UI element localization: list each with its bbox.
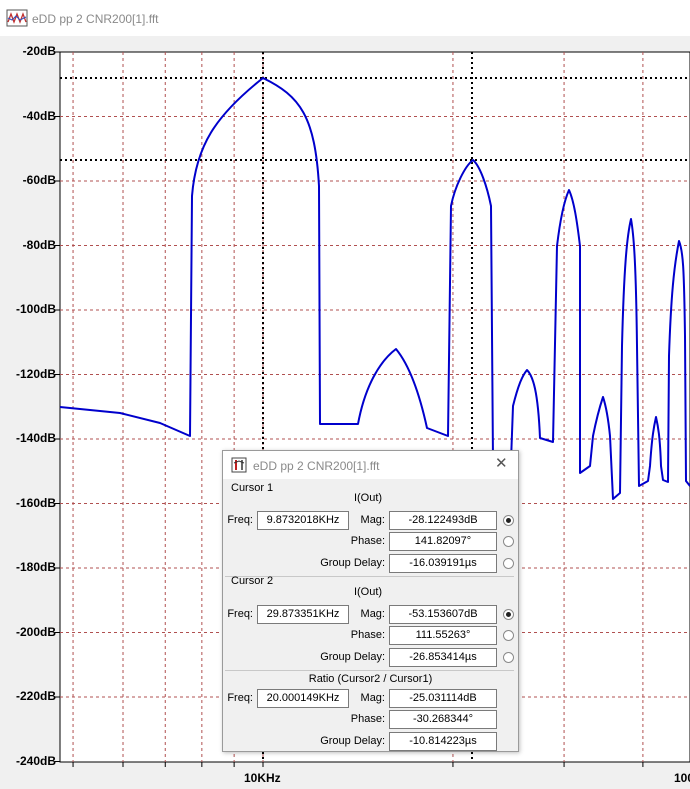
cursor-dialog-title: eDD pp 2 CNR200[1].fft [253, 459, 380, 473]
window-title: eDD pp 2 CNR200[1].fft [32, 12, 159, 26]
cursor1-mag-label: Mag: [360, 514, 385, 526]
waveform-icon [6, 9, 28, 27]
ratio-group-label: Ratio (Cursor2 / Cursor1) [308, 673, 433, 685]
y-tick-label: -80dB [22, 237, 56, 252]
cursor1-group-delay-field[interactable]: -16.039191µs [389, 554, 497, 573]
close-icon[interactable]: ✕ [495, 456, 508, 472]
ratio-group-delay-field[interactable]: -10.814223µs [389, 732, 497, 751]
cursor1-phase-label: Phase: [350, 535, 385, 547]
cursor-icon [231, 457, 247, 473]
ratio-mag-field[interactable]: -25.031114dB [389, 689, 497, 708]
cursor1-trace-name: I(Out) [353, 492, 383, 504]
ratio-phase-label: Phase: [350, 713, 385, 725]
cursor1-freq-field[interactable]: 9.8732018KHz [257, 511, 349, 530]
window-titlebar: eDD pp 2 CNR200[1].fft [0, 0, 690, 36]
cursor1-group-delay-label: Group Delay: [320, 557, 385, 569]
cursor2-freq-field[interactable]: 29.873351KHz [257, 605, 349, 624]
cursor-dialog-titlebar[interactable]: eDD pp 2 CNR200[1].fft ✕ [223, 451, 518, 479]
ratio-freq-label: Freq: [227, 692, 253, 704]
cursor1-group-delay-radio[interactable] [503, 558, 514, 569]
y-tick-label: -140dB [15, 431, 56, 445]
cursor2-trace-name: I(Out) [353, 586, 383, 598]
x-tick-label-10khz: 10KHz [244, 771, 281, 785]
cursor1-freq-label: Freq: [227, 514, 253, 526]
cursor1-phase-radio[interactable] [503, 536, 514, 547]
ratio-group-delay-label: Group Delay: [320, 735, 385, 747]
cursor2-freq-label: Freq: [227, 608, 253, 620]
cursor2-mag-label: Mag: [360, 608, 385, 620]
cursor2-group-label: Cursor 2 [231, 575, 274, 587]
cursor1-phase-field[interactable]: 141.82097° [389, 532, 497, 551]
ratio-freq-field[interactable]: 20.000149KHz [257, 689, 349, 708]
cursor2-group-delay-field[interactable]: -26.853414µs [389, 648, 497, 667]
y-tick-label: -240dB [15, 753, 56, 768]
y-tick-label: -120dB [15, 366, 56, 381]
cursor2-phase-label: Phase: [350, 629, 385, 641]
cursor-dialog[interactable]: eDD pp 2 CNR200[1].fft ✕ Cursor 1 I(Out)… [222, 450, 519, 752]
cursor1-group-label: Cursor 1 [231, 482, 274, 494]
cursor2-mag-field[interactable]: -53.153607dB [389, 605, 497, 624]
cursor2-group-delay-label: Group Delay: [320, 651, 385, 663]
y-tick-label: -20dB [22, 44, 56, 58]
cursor2-group-delay-radio[interactable] [503, 652, 514, 663]
ratio-mag-label: Mag: [360, 692, 385, 704]
y-tick-label: -200dB [15, 624, 56, 639]
cursor2-divider [225, 670, 514, 671]
y-tick-label: -160dB [15, 495, 56, 510]
y-tick-label: -40dB [22, 108, 56, 123]
ratio-phase-field[interactable]: -30.268344° [389, 710, 497, 729]
y-tick-label: -220dB [15, 689, 56, 703]
x-tick-label-100: 100 [674, 771, 690, 785]
cursor2-phase-radio[interactable] [503, 630, 514, 641]
y-tick-label: -60dB [22, 173, 56, 187]
cursor1-mag-radio[interactable] [503, 515, 514, 526]
cursor2-phase-field[interactable]: 111.55263° [389, 626, 497, 645]
cursor2-mag-radio[interactable] [503, 609, 514, 620]
y-tick-label: -100dB [15, 302, 56, 316]
cursor1-mag-field[interactable]: -28.122493dB [389, 511, 497, 530]
y-tick-label: -180dB [15, 560, 56, 574]
